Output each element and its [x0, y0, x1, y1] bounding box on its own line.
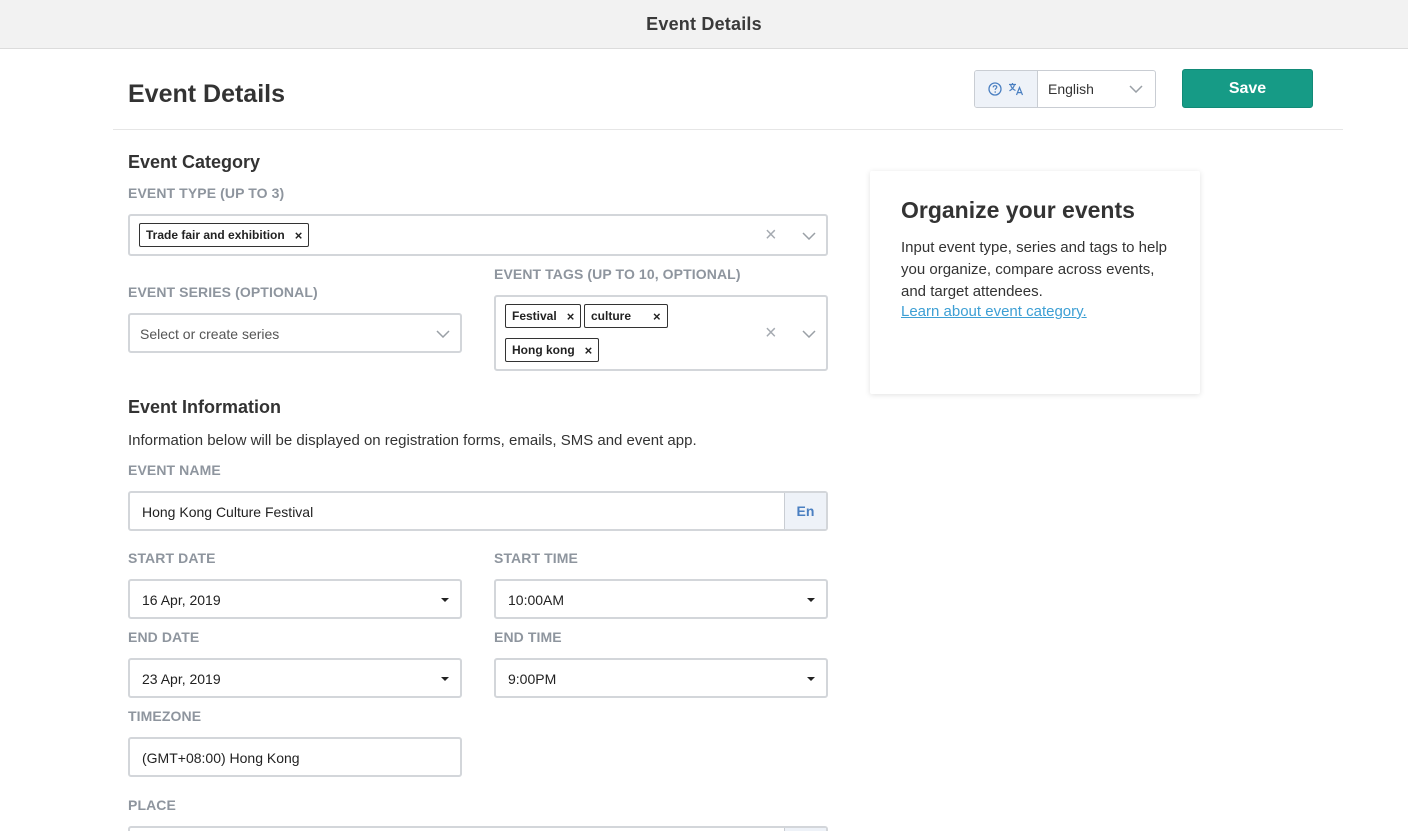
remove-tag-icon[interactable]: × — [585, 343, 593, 358]
event-tag: Festival × — [505, 304, 582, 328]
header-divider — [113, 129, 1343, 130]
caret-down-icon — [807, 598, 815, 602]
chevron-down-icon[interactable] — [802, 232, 816, 240]
remove-tag-icon[interactable]: × — [653, 309, 661, 324]
caret-down-icon — [807, 677, 815, 681]
start-time-value: 10:00AM — [508, 592, 565, 608]
end-date-picker[interactable]: 23 Apr, 2019 — [128, 658, 462, 698]
event-name-label: EVENT NAME — [128, 462, 221, 478]
remove-tag-icon[interactable]: × — [567, 309, 575, 324]
language-help-area[interactable] — [975, 71, 1038, 107]
start-date-picker[interactable]: 16 Apr, 2019 — [128, 579, 462, 619]
clear-icon[interactable]: × — [765, 323, 777, 343]
event-series-label: EVENT SERIES (OPTIONAL) — [128, 284, 318, 300]
event-name-value: Hong Kong Culture Festival — [142, 504, 314, 520]
language-selector[interactable]: English — [974, 70, 1156, 108]
timezone-value: (GMT+08:00) Hong Kong — [142, 750, 300, 766]
caret-down-icon — [441, 677, 449, 681]
end-time-label: END TIME — [494, 629, 562, 645]
event-type-label: EVENT TYPE (UP TO 3) — [128, 185, 285, 201]
event-tag: culture × — [584, 304, 668, 328]
section-description: Information below will be displayed on r… — [128, 432, 697, 449]
caret-down-icon — [441, 598, 449, 602]
window-title: Event Details — [646, 13, 762, 34]
save-button[interactable]: Save — [1182, 69, 1313, 108]
event-name-field[interactable]: Hong Kong Culture Festival En — [128, 491, 828, 531]
section-title-event-information: Event Information — [128, 397, 282, 417]
event-tag: Hong kong × — [505, 338, 600, 362]
end-date-label: END DATE — [128, 629, 200, 645]
end-time-select[interactable]: 9:00PM — [494, 658, 828, 698]
tag-label: Trade fair and exhibition — [146, 228, 285, 242]
event-series-select[interactable]: Select or create series — [128, 313, 462, 353]
start-time-select[interactable]: 10:00AM — [494, 579, 828, 619]
window-title-bar: Event Details — [0, 0, 1408, 49]
language-dropdown[interactable]: English — [1038, 71, 1155, 107]
help-circle-icon[interactable] — [988, 82, 1002, 96]
remove-tag-icon[interactable]: × — [295, 228, 303, 243]
start-time-label: START TIME — [494, 550, 578, 566]
chevron-down-icon[interactable] — [802, 330, 816, 338]
language-selected: English — [1048, 81, 1094, 97]
start-date-value: 16 Apr, 2019 — [142, 592, 221, 608]
learn-more-link[interactable]: Learn about event category. — [901, 303, 1087, 320]
event-tags-label: EVENT TAGS (UP TO 10, OPTIONAL) — [494, 266, 741, 282]
translate-icon — [1009, 83, 1024, 96]
event-tags-select[interactable]: Festival × culture × Hong kong × × — [494, 295, 828, 371]
place-field[interactable] — [128, 826, 828, 831]
event-type-select[interactable]: Trade fair and exhibition × × — [128, 214, 828, 256]
timezone-select[interactable]: (GMT+08:00) Hong Kong — [128, 737, 462, 777]
page-title: Event Details — [128, 80, 286, 108]
info-card-title: Organize your events — [901, 197, 1135, 223]
language-code-badge[interactable]: En — [784, 493, 826, 529]
info-card-body: Input event type, series and tags to hel… — [901, 239, 1168, 300]
section-title-event-category: Event Category — [128, 152, 261, 172]
tag-label: Hong kong — [512, 343, 575, 357]
event-series-placeholder: Select or create series — [140, 326, 280, 342]
chevron-down-icon — [1129, 85, 1143, 93]
clear-icon[interactable]: × — [765, 225, 777, 245]
place-label: PLACE — [128, 797, 176, 813]
start-date-label: START DATE — [128, 550, 216, 566]
timezone-label: TIMEZONE — [128, 708, 202, 724]
end-time-value: 9:00PM — [508, 671, 557, 687]
info-card: Organize your events Input event type, s… — [870, 171, 1200, 394]
chevron-down-icon[interactable] — [436, 330, 450, 338]
event-type-tag: Trade fair and exhibition × — [139, 223, 310, 247]
tag-label: Festival — [512, 309, 557, 323]
tag-label: culture — [591, 309, 632, 323]
end-date-value: 23 Apr, 2019 — [142, 671, 221, 687]
